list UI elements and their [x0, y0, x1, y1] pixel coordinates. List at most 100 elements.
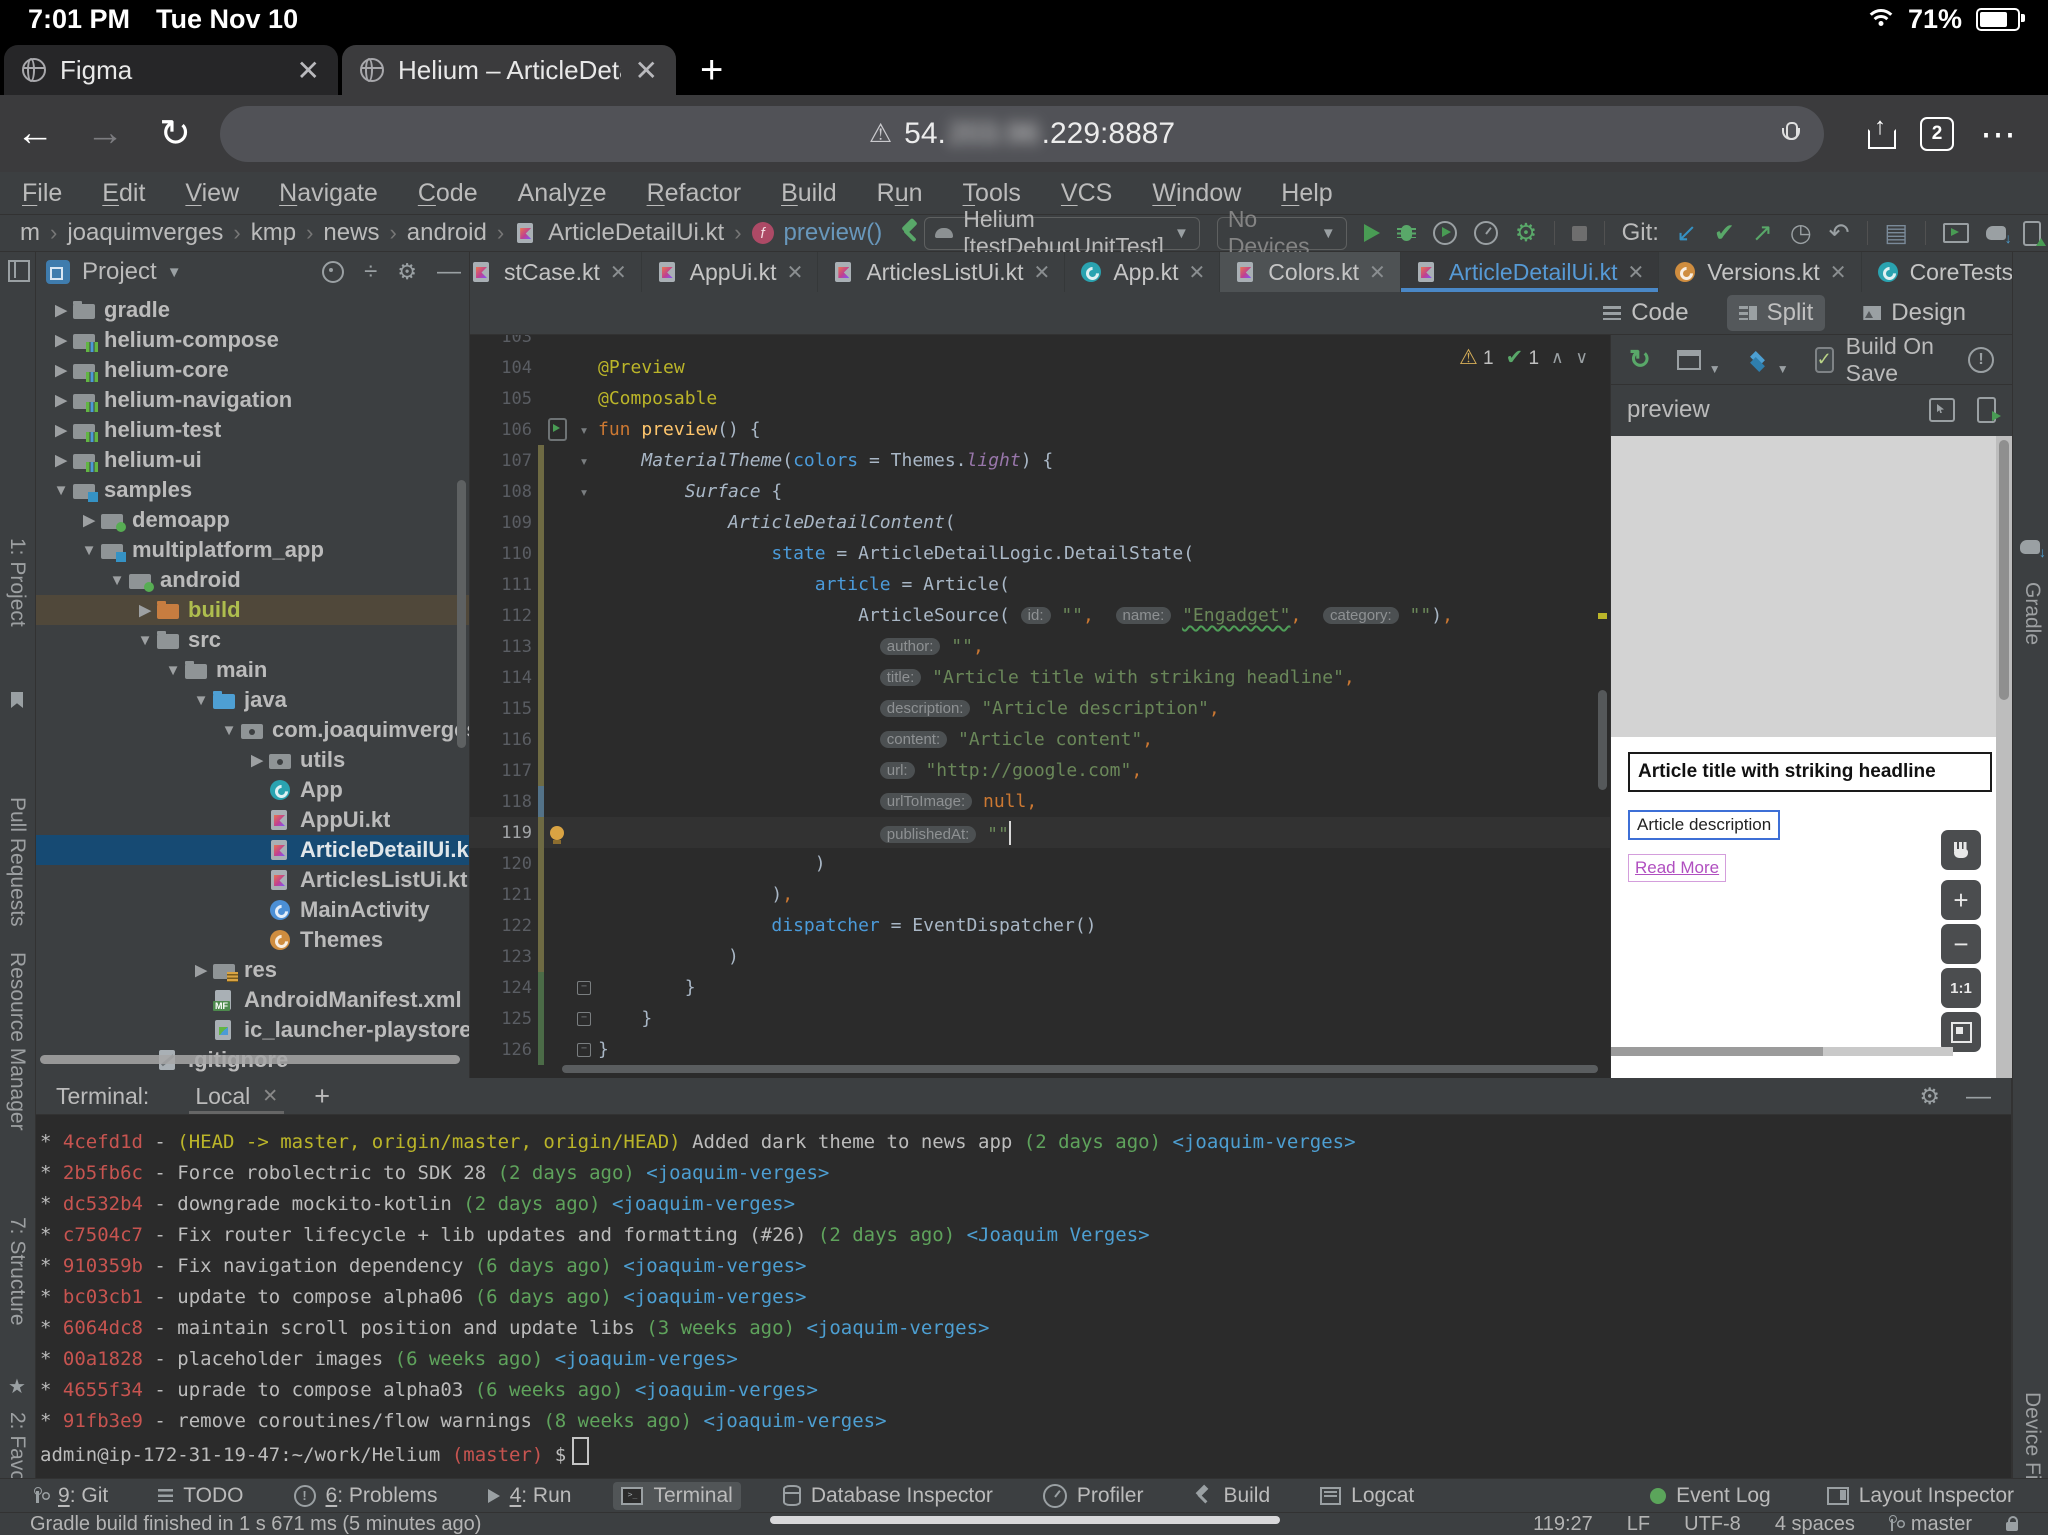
layout-options-icon[interactable] — [1677, 350, 1701, 370]
code-line[interactable]: 119 publishedAt: "" — [470, 817, 1610, 848]
new-terminal-button[interactable]: + — [314, 1081, 330, 1112]
code-line[interactable]: 104@Preview — [470, 352, 1610, 383]
bottom-bar-build[interactable]: Build — [1185, 1482, 1278, 1510]
bottom-bar-logcat[interactable]: Logcat — [1312, 1482, 1422, 1510]
tree-row[interactable]: ArticleDetailUi.kt — [36, 835, 469, 865]
code-line[interactable]: 103 — [470, 335, 1610, 352]
forward-button[interactable]: → — [70, 112, 140, 155]
code-line[interactable]: 125− } — [470, 1003, 1610, 1034]
file-encoding[interactable]: UTF-8 — [1684, 1513, 1741, 1535]
tree-row[interactable]: ▶helium-compose — [36, 325, 469, 355]
breadcrumb-item[interactable]: kmp — [251, 219, 296, 247]
view-mode-code[interactable]: Code — [1591, 295, 1700, 331]
menu-run[interactable]: Run — [877, 179, 923, 208]
tree-row[interactable]: ▼android — [36, 565, 469, 595]
tree-row[interactable]: MainActivity — [36, 895, 469, 925]
fold-marker[interactable]: ▾ — [570, 483, 598, 501]
code-line[interactable]: 123 ) — [470, 941, 1610, 972]
code-line[interactable]: 110 state = ArticleDetailLogic.DetailSta… — [470, 538, 1610, 569]
tree-row[interactable]: ▼multiplatform_app — [36, 535, 469, 565]
git-branch-widget[interactable]: master — [1889, 1513, 1972, 1535]
locate-file-icon[interactable] — [322, 261, 344, 283]
code-line[interactable]: 107▾ MaterialTheme(colors = Themes.light… — [470, 445, 1610, 476]
indent-setting[interactable]: 4 spaces — [1775, 1513, 1855, 1535]
gradle-sync-icon[interactable] — [1986, 226, 2006, 240]
close-icon[interactable]: ✕ — [610, 260, 627, 285]
code-line[interactable]: 116 content: "Article content", — [470, 724, 1610, 755]
profiler-gauge-icon[interactable] — [1474, 221, 1498, 245]
tree-row[interactable]: ic_launcher-playstore.png — [36, 1015, 469, 1045]
bottom-bar-problems[interactable]: !6: Problems — [286, 1482, 446, 1510]
browser-menu-icon[interactable]: ⋯ — [1980, 113, 2018, 155]
git-update-icon[interactable]: ↙ — [1676, 221, 1697, 246]
code-line[interactable]: 106▾fun preview() { — [470, 414, 1610, 445]
code-editor[interactable]: 103104@Preview105@Composable106▾fun prev… — [470, 335, 1610, 1078]
chevron-down-icon[interactable]: ▼ — [50, 482, 72, 499]
chevron-right-icon[interactable]: ▶ — [190, 961, 212, 979]
chevron-right-icon[interactable]: ▶ — [134, 601, 156, 619]
tab-switcher-button[interactable]: 2 — [1920, 117, 1954, 151]
tree-row[interactable]: ▶utils — [36, 745, 469, 775]
close-icon[interactable]: ✕ — [635, 54, 658, 87]
breadcrumb-item[interactable]: android — [407, 219, 487, 247]
menu-vcs[interactable]: VCS — [1061, 179, 1112, 208]
tree-row[interactable]: ArticlesListUi.kt — [36, 865, 469, 895]
chevron-right-icon[interactable]: ▶ — [246, 751, 268, 769]
toolwindow-button-1-project[interactable]: 1: Project — [5, 538, 29, 627]
tree-row[interactable]: ▶helium-core — [36, 355, 469, 385]
code-line[interactable]: 124− } — [470, 972, 1610, 1003]
view-mode-split[interactable]: Split — [1727, 295, 1826, 331]
next-issue-icon[interactable]: ∨ — [1576, 348, 1588, 368]
gradle-elephant-icon[interactable] — [2020, 540, 2040, 554]
avd-manager-icon[interactable] — [1943, 223, 1969, 243]
tree-row[interactable]: Themes — [36, 925, 469, 955]
editor-tab[interactable]: App.kt✕ — [1065, 252, 1220, 292]
terminal-settings-gear-icon[interactable]: ⚙ — [1919, 1083, 1940, 1110]
menu-code[interactable]: Code — [418, 179, 478, 208]
tree-row[interactable]: AndroidManifest.xml — [36, 985, 469, 1015]
tree-row[interactable]: ▶helium-test — [36, 415, 469, 445]
fold-marker[interactable]: − — [570, 981, 598, 995]
new-tab-button[interactable]: + — [700, 45, 723, 95]
bookmark-icon[interactable] — [11, 692, 23, 708]
chevron-right-icon[interactable]: ▶ — [78, 511, 100, 529]
refresh-preview-icon[interactable]: ↻ — [1629, 344, 1651, 375]
history-icon[interactable]: ◷ — [1790, 221, 1812, 246]
chevron-right-icon[interactable]: ▶ — [50, 391, 72, 409]
close-icon[interactable]: ✕ — [262, 1085, 278, 1108]
tree-row[interactable]: ▶helium-navigation — [36, 385, 469, 415]
code-line[interactable]: 113 author: "", — [470, 631, 1610, 662]
editor-tab[interactable]: ArticlesListUi.kt✕ — [818, 252, 1065, 292]
terminal-output[interactable]: * 4cefd1d - (HEAD -> master, origin/mast… — [36, 1115, 2011, 1468]
bottom-bar-event-log[interactable]: Event Log — [1642, 1482, 1779, 1510]
rollback-icon[interactable]: ↶ — [1829, 221, 1850, 246]
tree-row[interactable]: ▼main — [36, 655, 469, 685]
run-preview-icon[interactable] — [548, 418, 567, 441]
menu-window[interactable]: Window — [1152, 179, 1241, 208]
bottom-bar-layout-inspector[interactable]: Layout Inspector — [1819, 1482, 2022, 1510]
chevron-right-icon[interactable]: ▶ — [50, 361, 72, 379]
chevron-down-icon[interactable]: ▼ — [218, 722, 240, 739]
intention-bulb-icon[interactable] — [544, 826, 570, 840]
menu-tools[interactable]: Tools — [963, 179, 1021, 208]
chevron-right-icon[interactable]: ▶ — [50, 421, 72, 439]
menu-navigate[interactable]: Navigate — [279, 179, 378, 208]
breadcrumb-item[interactable]: m — [20, 219, 40, 247]
toolwindow-button-resource-manager[interactable]: Resource Manager — [5, 952, 29, 1131]
build-hammer-icon[interactable] — [898, 220, 924, 246]
run-preview-gutter-icon[interactable] — [544, 418, 570, 441]
chevron-right-icon[interactable]: ▶ — [50, 331, 72, 349]
breadcrumb-item[interactable]: preview() — [784, 219, 883, 247]
editor-tab[interactable]: Colors.kt✕ — [1220, 252, 1401, 292]
project-structure-icon[interactable]: ▤ — [1884, 221, 1908, 246]
menu-edit[interactable]: Edit — [102, 179, 145, 208]
tree-row[interactable]: ▶res — [36, 955, 469, 985]
tree-row[interactable]: AppUi.kt — [36, 805, 469, 835]
menu-analyze[interactable]: Analyze — [518, 179, 607, 208]
panel-settings-gear-icon[interactable]: ⚙ — [397, 259, 417, 285]
info-icon[interactable]: ! — [1968, 347, 1994, 373]
preview-vscrollbar[interactable] — [1996, 436, 2012, 1078]
zoom-in-button[interactable]: + — [1941, 880, 1981, 920]
menu-build[interactable]: Build — [781, 179, 837, 208]
breadcrumb-item[interactable]: ArticleDetailUi.kt — [548, 219, 724, 247]
